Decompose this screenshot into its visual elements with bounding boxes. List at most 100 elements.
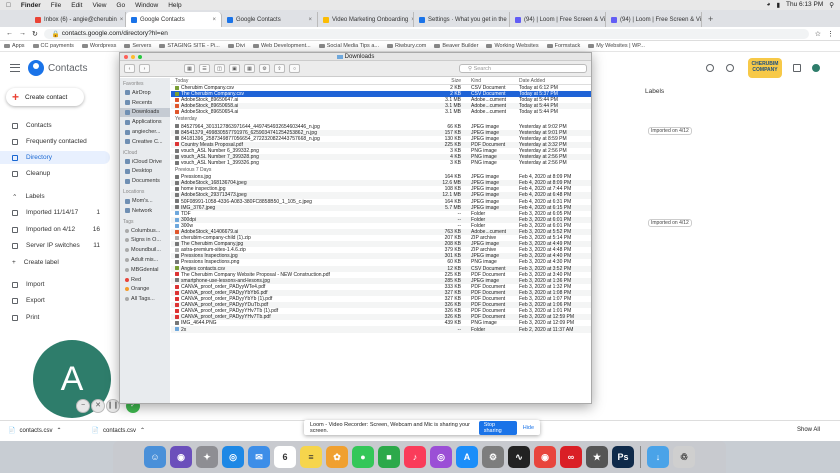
preferences-app-icon[interactable]: ⚙ <box>482 446 504 468</box>
pause-icon[interactable]: ❙❙ <box>106 399 120 413</box>
finder-sidebar-item[interactable]: Creative C... <box>120 137 170 147</box>
finder-sidebar-item[interactable]: Recents <box>120 98 170 108</box>
wifi-icon[interactable]: ◕ <box>767 1 771 9</box>
star-icon[interactable]: ☆ <box>815 30 821 38</box>
finder-app-icon[interactable]: ☺ <box>144 446 166 468</box>
file-row[interactable]: AdobeStock_89650654.ai 3.1 MB Adobe...cume… <box>171 109 591 115</box>
finder-sidebar-item[interactable]: Downloads <box>120 107 170 118</box>
bookmark-item[interactable]: CC payments <box>32 43 74 49</box>
bookmark-item[interactable]: Web Development... <box>252 43 311 49</box>
music-app-icon[interactable]: ♪ <box>404 446 426 468</box>
close-icon[interactable]: × <box>308 17 312 23</box>
hide-button[interactable]: Hide <box>523 425 534 431</box>
browser-tab[interactable]: Inbox (6) - angie@cherubin × <box>30 12 126 27</box>
column-date-added[interactable]: Date Added <box>515 78 591 84</box>
bookmark-item[interactable]: Formstack <box>546 43 580 49</box>
group-button[interactable]: ▦ <box>244 64 255 73</box>
menu-window[interactable]: Window <box>135 2 158 9</box>
nav-cleanup[interactable]: Cleanup <box>0 167 110 180</box>
messages-app-icon[interactable]: ● <box>352 446 374 468</box>
nav-directory[interactable]: Directory <box>0 151 110 164</box>
finder-tag-item[interactable]: Columbus... <box>120 226 170 236</box>
forward-icon[interactable]: › <box>139 64 150 73</box>
bookmark-item[interactable]: Servers <box>124 43 151 49</box>
bookmark-item[interactable]: Social Media Tips a... <box>318 43 379 49</box>
reload-icon[interactable]: ↻ <box>32 30 38 38</box>
mail-app-icon[interactable]: ✉ <box>248 446 270 468</box>
column-view-button[interactable]: ◫ <box>214 64 225 73</box>
appstore-app-icon[interactable]: A <box>456 446 478 468</box>
icon-view-button[interactable]: ▦ <box>184 64 195 73</box>
finder-sidebar-item[interactable]: Applications <box>120 117 170 127</box>
clock[interactable]: Thu 6:13 PM <box>786 1 823 9</box>
back-icon[interactable]: ← <box>6 30 13 37</box>
column-kind[interactable]: Kind <box>467 78 515 84</box>
bookmark-item[interactable]: STAGING SITE - Pi... <box>159 43 220 49</box>
finder-tag-item[interactable]: Red <box>120 275 170 285</box>
notes-app-icon[interactable]: ≡ <box>300 446 322 468</box>
battery-icon[interactable]: ▮ <box>776 1 780 9</box>
calendar-app-icon[interactable]: 6 <box>274 446 296 468</box>
finder-sidebar-item[interactable]: AirDrop <box>120 88 170 98</box>
bookmark-item[interactable]: Riwbury.com <box>386 43 426 49</box>
label-imported-on-4-12[interactable]: Imported on 4/12 16 <box>0 223 110 236</box>
bookmark-item[interactable]: Working Websites <box>486 43 539 49</box>
photoshop-app-icon[interactable]: Ps <box>612 446 634 468</box>
file-row[interactable]: 2x -- Folder Feb 2, 2020 at 11:37 AM <box>171 326 591 333</box>
siri-app-icon[interactable]: ◉ <box>170 446 192 468</box>
bookmark-item[interactable]: Wordpress <box>81 43 116 49</box>
show-all-downloads[interactable]: Show All <box>797 427 820 433</box>
bookmark-item[interactable]: Apps <box>4 43 25 49</box>
close-icon[interactable]: × <box>120 17 124 23</box>
activity-app-icon[interactable]: ∿ <box>508 446 530 468</box>
finder-tag-item[interactable]: Moundbuil... <box>120 245 170 255</box>
tag-icon[interactable]: ○ <box>289 64 300 73</box>
podcasts-app-icon[interactable]: ◎ <box>430 446 452 468</box>
bookmark-item[interactable]: My Websites | WP... <box>588 43 645 49</box>
browser-tab[interactable]: (94) | Loom | Free Screen & Vi× <box>606 12 702 27</box>
browser-tab[interactable]: (94) | Loom | Free Screen & Vi× <box>510 12 606 27</box>
label-server-ip-switches[interactable]: Server IP switches 11 <box>0 239 110 252</box>
trash-icon[interactable]: ♲ <box>673 446 695 468</box>
finder-tag-item[interactable]: All Tags... <box>120 294 170 304</box>
column-name[interactable]: Today <box>171 78 431 84</box>
zoom-window-button[interactable] <box>138 55 142 59</box>
create-label-button[interactable]: + Create label <box>0 256 110 269</box>
minimize-window-button[interactable] <box>131 55 135 59</box>
minus-icon[interactable]: − <box>76 399 90 413</box>
list-view-button[interactable]: ☰ <box>199 64 210 73</box>
file-row[interactable]: vouch_ASL Number 1_399326.png 3 KB PNG ima… <box>171 160 591 166</box>
finder-sidebar-item[interactable]: Network <box>120 206 170 216</box>
finder-sidebar-item[interactable]: Mom's... <box>120 196 170 206</box>
download-item[interactable]: 📄 contacts.csv ⌃ <box>92 427 146 435</box>
forward-icon[interactable]: → <box>19 30 26 37</box>
browser-tab[interactable]: Video Marketing Onboarding× <box>318 12 414 27</box>
menu-go[interactable]: Go <box>116 2 125 9</box>
action-gear-icon[interactable]: ⚙ <box>259 64 270 73</box>
safari-app-icon[interactable]: ◎ <box>222 446 244 468</box>
finder-search-input[interactable]: ⚲ Search <box>459 64 587 73</box>
address-bar[interactable]: 🔒 contacts.google.com/directory?hl=en <box>43 28 809 39</box>
browser-tab[interactable]: Google Contacts × <box>222 12 318 27</box>
search-icon[interactable]: ⚲ <box>829 1 834 9</box>
labels-toggle[interactable]: ⌃ Labels <box>0 190 110 203</box>
photos-app-icon[interactable]: ✿ <box>326 446 348 468</box>
finder-tag-item[interactable]: MBGdental <box>120 265 170 275</box>
finder-sidebar-item[interactable]: iCloud Drive <box>120 157 170 167</box>
print-button[interactable]: Print <box>0 311 110 324</box>
browser-tab[interactable]: Settings · What you get in the× <box>414 12 510 27</box>
finder-sidebar-item[interactable]: Desktop <box>120 167 170 177</box>
launchpad-app-icon[interactable]: ✦ <box>196 446 218 468</box>
finder-sidebar-item[interactable]: Documents <box>120 176 170 186</box>
help-icon[interactable] <box>706 64 714 72</box>
settings-gear-icon[interactable] <box>726 64 734 72</box>
close-window-button[interactable] <box>124 55 128 59</box>
account-avatar[interactable] <box>812 64 820 72</box>
finder-tag-item[interactable]: Adult mis... <box>120 255 170 265</box>
menu-app-name[interactable]: Finder <box>21 2 41 9</box>
bookmark-item[interactable]: Beaver Builder <box>434 43 478 49</box>
finder-tag-item[interactable]: Orange <box>120 285 170 295</box>
share-icon[interactable]: ⇧ <box>274 64 285 73</box>
finalcut-app-icon[interactable]: ★ <box>586 446 608 468</box>
close-icon[interactable]: × <box>212 17 216 23</box>
